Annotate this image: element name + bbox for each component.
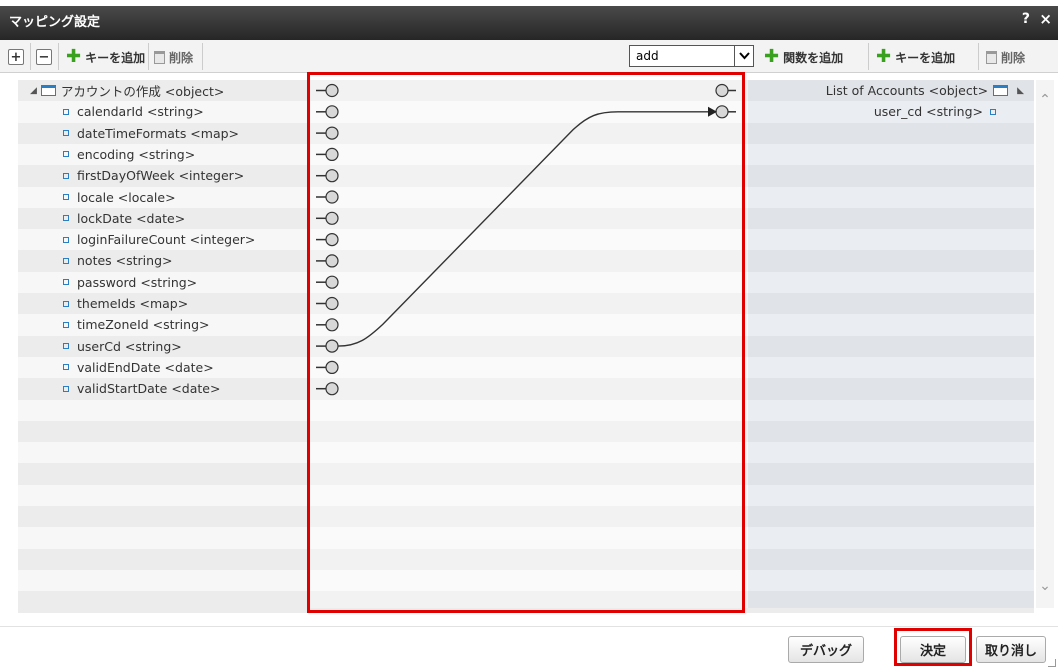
plus-box-icon: + (8, 49, 24, 65)
source-connector-node[interactable] (325, 275, 339, 289)
delete-right-label: 削除 (1001, 50, 1026, 65)
source-connector-node[interactable] (325, 233, 339, 247)
add-key-right-label: キーを追加 (895, 50, 956, 65)
source-connector-node[interactable] (325, 339, 339, 353)
toolbar-divider (202, 43, 203, 70)
mapping-line[interactable] (337, 111, 708, 347)
trash-icon (154, 50, 165, 64)
footer-divider (0, 626, 1058, 627)
cancel-button[interactable]: 取り消し (976, 636, 1046, 663)
trash-icon (986, 50, 997, 64)
toolbar-divider (30, 43, 31, 70)
source-connector-node[interactable] (325, 211, 339, 225)
dialog-title: マッピング設定 (9, 15, 101, 30)
source-connector-node[interactable] (325, 318, 339, 332)
collapse-all-button[interactable]: − (36, 46, 52, 68)
source-connector-node[interactable] (325, 126, 339, 140)
add-key-left-button[interactable]: ✚ キーを追加 (66, 46, 145, 68)
source-connector-node[interactable] (325, 169, 339, 183)
delete-left-label: 削除 (169, 50, 194, 65)
toolbar-divider (868, 43, 869, 70)
toolbar-divider (148, 43, 149, 70)
scroll-down-icon[interactable]: ⌄ (1039, 579, 1051, 593)
delete-left-button[interactable]: 削除 (154, 46, 193, 68)
toolbar: + − ✚ キーを追加 削除 add ✚ 関数を追加 ✚ キーを追加 削除 (0, 40, 1058, 73)
function-select[interactable]: add (629, 45, 754, 67)
source-connector-node[interactable] (325, 83, 339, 98)
dialog-titlebar: マッピング設定 ? × (0, 0, 1058, 40)
resize-grip-icon[interactable] (1048, 659, 1056, 667)
help-icon[interactable]: ? (1022, 11, 1030, 27)
ok-button[interactable]: 決定 (900, 636, 966, 663)
add-key-right-button[interactable]: ✚ キーを追加 (876, 46, 955, 68)
expand-all-button[interactable]: + (8, 46, 24, 68)
minus-box-icon: − (36, 49, 52, 65)
vertical-scrollbar[interactable]: ⌃ ⌄ (1036, 80, 1054, 608)
source-connector-node[interactable] (325, 382, 339, 396)
toolbar-divider (978, 43, 979, 70)
source-connector-node[interactable] (325, 105, 339, 119)
debug-button[interactable]: デバッグ (788, 636, 864, 663)
add-function-button[interactable]: ✚ 関数を追加 (764, 46, 843, 68)
source-connector-node[interactable] (325, 360, 339, 374)
add-function-label: 関数を追加 (783, 50, 844, 65)
mapping-lines (316, 83, 736, 396)
plus-icon: ✚ (876, 46, 892, 67)
source-connector-node[interactable] (325, 147, 339, 162)
chevron-down-icon (734, 46, 753, 66)
target-connector-node[interactable] (715, 83, 729, 98)
plus-icon: ✚ (66, 46, 82, 67)
scroll-up-icon[interactable]: ⌃ (1039, 93, 1051, 107)
mapping-arrowhead-icon (708, 106, 717, 117)
function-select-value: add (636, 49, 659, 63)
delete-right-button[interactable]: 削除 (986, 46, 1025, 68)
close-icon[interactable]: × (1039, 10, 1052, 28)
add-key-left-label: キーを追加 (85, 50, 146, 65)
source-connector-node[interactable] (325, 190, 339, 204)
plus-icon: ✚ (764, 46, 780, 67)
mapping-area: ◢ アカウントの作成 <object> calendarId <string> d… (18, 80, 1034, 614)
source-connector-node[interactable] (325, 296, 339, 311)
source-connector-node[interactable] (325, 254, 339, 268)
toolbar-divider (58, 43, 59, 70)
target-connector-node[interactable] (715, 105, 729, 119)
